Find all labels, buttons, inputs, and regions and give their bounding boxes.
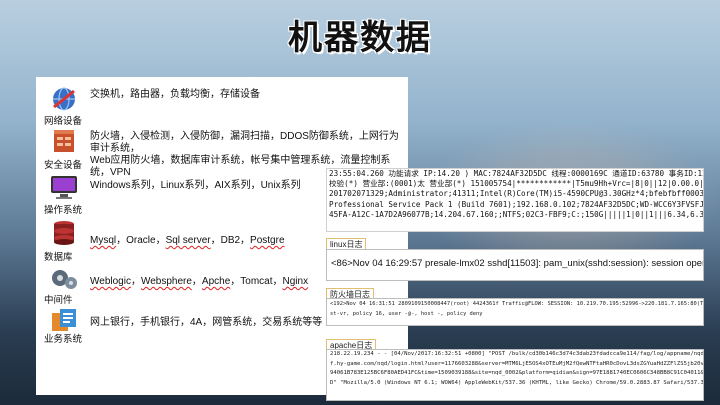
db-item-sqlserver: Sql server: [165, 235, 211, 246]
separator: ，: [230, 276, 241, 287]
mw-item-apche: Apche: [201, 276, 231, 287]
separator: ，: [210, 235, 221, 246]
log-line: 校验(*) 营业部:(0001)太 营业部(*) 151005754|*****…: [329, 179, 704, 189]
security-items-line1: 防火墙，入侵检测，入侵防御，漏洞扫描，DDOS防御系统，上网行为审计系统，: [90, 131, 399, 154]
log-line: 23:55:04.260 功能请求 IP:14.20 ) MAC:7824AF3…: [329, 169, 704, 178]
log-line: Professional Service Pack 1 (Build 7601)…: [329, 199, 704, 209]
category-label-database: 数据库: [44, 252, 73, 263]
category-label-business: 业务系统: [44, 334, 83, 345]
transaction-log-box: 23:55:04.260 功能请求 IP:14.20 ) MAC:7824AF3…: [326, 168, 704, 232]
log-line: st-vr, policy 16, user -@-, host -, poli…: [330, 311, 483, 317]
network-globe-icon: [48, 85, 84, 113]
log-line: <86>Nov 04 16:29:57 presale-lmx02 sshd[1…: [331, 258, 703, 269]
log-line: D" "Mozilla/5.0 (Windows NT 6.1; WOW64) …: [330, 379, 704, 386]
separator: ，: [272, 276, 283, 287]
database-icon: [48, 219, 84, 247]
mw-item-weblogic: Weblogic: [90, 276, 131, 287]
separator: ，: [130, 276, 141, 287]
separator: ，: [155, 235, 166, 246]
category-label-network: 网络设备: [44, 116, 83, 127]
mw-item-nginx: Nginx: [282, 276, 309, 287]
separator: ，: [116, 235, 127, 246]
page-title: 机器数据: [288, 18, 432, 58]
log-line: 201702071329;Administrator;41311;Intel(R…: [329, 189, 704, 199]
firewall-log-box: <192>Nov 04 16:31:51 2809109150008447(ro…: [326, 298, 704, 326]
category-label-middleware: 中间件: [44, 295, 73, 306]
mw-item-websphere: Websphere: [140, 276, 192, 287]
category-network: 交换机，路由器，负载均衡，存储设备 网络设备: [44, 85, 406, 127]
log-line: 218.22.19.234 - - [04/Nov/2017:16:32:51 …: [330, 351, 704, 357]
category-label-security: 安全设备: [44, 160, 83, 171]
network-items: 交换机，路由器，负载均衡，存储设备: [90, 89, 260, 100]
separator: ，: [240, 235, 251, 246]
middleware-gears-icon: [48, 265, 84, 293]
db-item-mysql: Mysql: [90, 235, 117, 246]
category-label-os: 操作系统: [44, 205, 83, 216]
apache-log-box: 218.22.19.234 - - [04/Nov/2017:16:32:51 …: [326, 349, 704, 401]
security-shield-icon: [48, 127, 84, 155]
log-line: 45FA-A12C-1A7D2A96077B;14.204.67.160;;NT…: [329, 209, 704, 219]
db-item-oracle: Oracle: [126, 235, 156, 246]
log-line: 94061B783E125BC6F80AED41FC&time=15090391…: [330, 370, 704, 376]
db-item-db2: DB2: [220, 235, 241, 246]
os-monitor-icon: [48, 173, 84, 201]
log-line: f.hy-game.com/nqd/login.html?user=117660…: [330, 360, 704, 367]
category-security: 防火墙，入侵检测，入侵防御，漏洞扫描，DDOS防御系统，上网行为审计系统， We…: [44, 127, 406, 178]
db-item-postgre: Postgre: [250, 235, 285, 246]
mw-item-tomcat: Tomcat: [240, 276, 273, 287]
separator: ，: [191, 276, 202, 287]
linux-log-box: <86>Nov 04 16:29:57 presale-lmx02 sshd[1…: [326, 249, 704, 281]
log-line: <192>Nov 04 16:31:51 2809109150008447(ro…: [330, 301, 704, 307]
